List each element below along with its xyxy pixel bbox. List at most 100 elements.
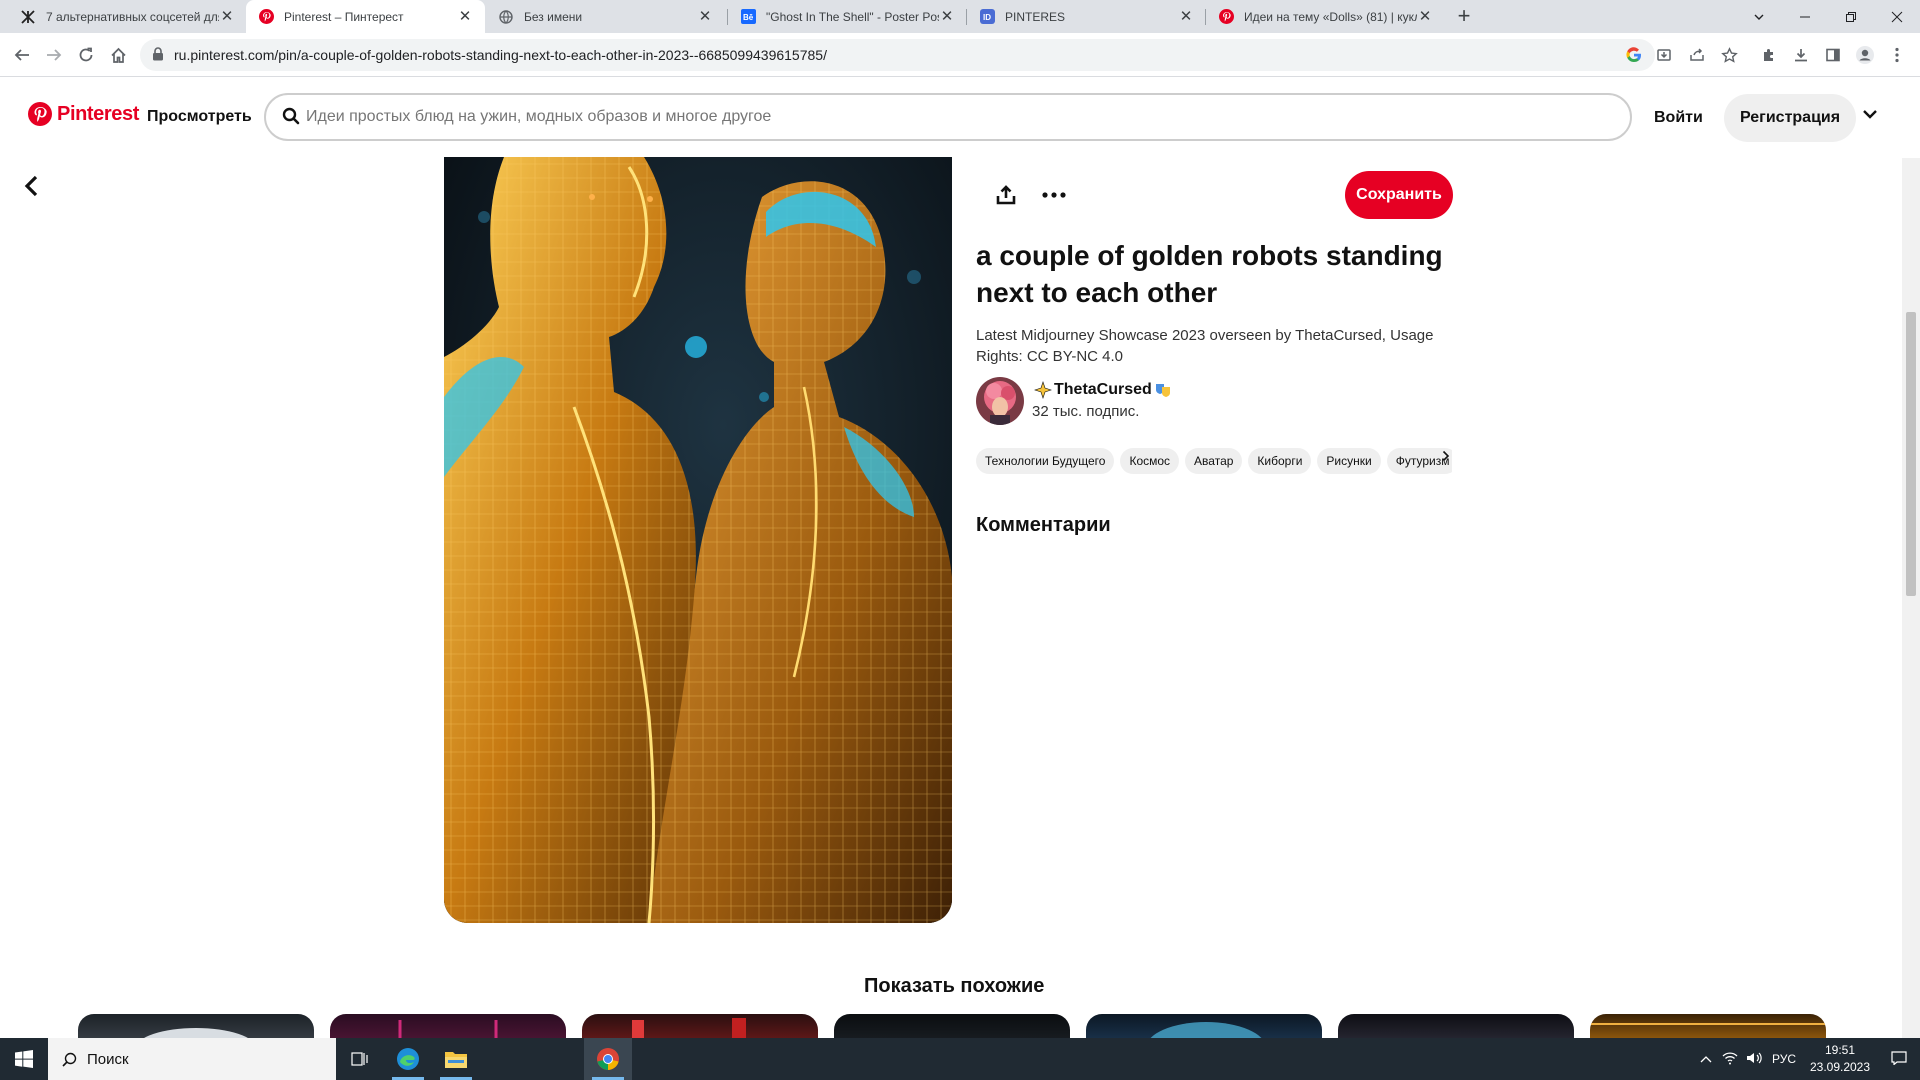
share-button[interactable]: [990, 179, 1022, 211]
login-button[interactable]: Войти: [1640, 100, 1717, 136]
tab-search-chevron-icon[interactable]: [1736, 0, 1782, 33]
sparkle-emoji-icon: [1034, 381, 1052, 399]
author-name[interactable]: ThetaCursed: [1054, 381, 1152, 399]
tab-title: Pinterest – Пинтерест: [284, 9, 404, 24]
system-tray: РУС 19:51 23.09.2023: [1694, 1038, 1920, 1080]
chevron-right-icon[interactable]: [1442, 449, 1450, 465]
logo-text: Pinterest: [57, 102, 139, 125]
clock-time: 19:51: [1824, 1043, 1856, 1057]
close-icon[interactable]: ✕: [697, 8, 713, 25]
search-icon: [282, 107, 300, 130]
system-clock[interactable]: 19:51 23.09.2023: [1802, 1042, 1878, 1076]
volume-icon[interactable]: [1742, 1051, 1766, 1068]
scrollbar-thumb[interactable]: [1906, 312, 1916, 596]
more-options-button[interactable]: [1038, 179, 1070, 211]
browser-tab[interactable]: Идеи на тему «Dolls» (81) | кукл ✕: [1206, 0, 1445, 33]
home-icon[interactable]: [104, 41, 132, 69]
tag-list: Технологии Будущего Космос Аватар Киборги Ри…: [976, 448, 1452, 476]
pin-description: Latest Midjourney Showcase 2023 overseen…: [976, 327, 1434, 365]
avatar[interactable]: [976, 377, 1024, 425]
app-favicon-icon: ID: [979, 9, 995, 25]
downloads-icon[interactable]: [1787, 41, 1815, 69]
input-language[interactable]: РУС: [1766, 1052, 1802, 1066]
followers-count: 32 тыс. подпис.: [1032, 403, 1140, 420]
browser-tab-active[interactable]: Pinterest – Пинтерест ✕: [246, 0, 485, 33]
edge-app-icon[interactable]: [384, 1038, 432, 1080]
chevron-down-icon[interactable]: [1862, 106, 1878, 127]
browser-menu-icon[interactable]: [1883, 41, 1911, 69]
tab-title: Без имени: [524, 9, 583, 24]
install-app-icon[interactable]: [1650, 41, 1678, 69]
author-name-row[interactable]: ThetaCursed: [1032, 381, 1174, 399]
profile-avatar-icon[interactable]: [1851, 41, 1879, 69]
tab-title: "Ghost In The Shell" - Poster Pos: [766, 9, 939, 24]
bookmark-star-icon[interactable]: [1715, 41, 1743, 69]
share-page-icon[interactable]: [1683, 41, 1711, 69]
url-text[interactable]: ru.pinterest.com/pin/a-couple-of-golden-…: [174, 47, 827, 63]
pinterest-logo[interactable]: Pinterest: [28, 102, 139, 126]
explore-link[interactable]: Просмотреть: [147, 108, 252, 126]
page-scrollbar[interactable]: [1902, 158, 1920, 1038]
close-icon[interactable]: ✕: [939, 8, 955, 25]
svg-text:ID: ID: [983, 13, 991, 22]
search-box[interactable]: [264, 93, 1632, 141]
taskbar-search-label: Поиск: [87, 1050, 129, 1068]
browser-tab[interactable]: Без имени ✕: [486, 0, 725, 33]
browser-tab[interactable]: 7 альтернативных соцсетей для ✕: [8, 0, 247, 33]
more-dots-icon: [1042, 192, 1066, 198]
pinterest-header: Pinterest Просмотреть Войти Регистрация: [0, 78, 1920, 158]
pinterest-favicon-icon: [258, 9, 274, 25]
windows-taskbar: Поиск РУС 19:51 23.09.2023: [0, 1038, 1920, 1080]
browser-toolbar: ru.pinterest.com/pin/a-couple-of-golden-…: [0, 33, 1920, 77]
forward-arrow-icon[interactable]: [40, 41, 68, 69]
svg-text:Bē: Bē: [743, 13, 754, 22]
minimize-button[interactable]: [1782, 0, 1828, 33]
reload-icon[interactable]: [72, 41, 100, 69]
notifications-icon[interactable]: [1878, 1050, 1920, 1068]
lock-icon[interactable]: [152, 47, 164, 66]
windows-start-icon[interactable]: [0, 1038, 48, 1080]
pin-image[interactable]: [444, 157, 952, 923]
wifi-icon[interactable]: [1718, 1051, 1742, 1068]
close-icon[interactable]: ✕: [1417, 8, 1433, 25]
back-button[interactable]: [18, 172, 46, 200]
tag-chip[interactable]: Киборги: [1248, 448, 1312, 474]
close-icon[interactable]: ✕: [219, 8, 235, 25]
new-tab-button[interactable]: +: [1451, 4, 1477, 30]
task-view-icon[interactable]: [336, 1038, 384, 1080]
extensions-puzzle-icon[interactable]: [1755, 41, 1783, 69]
file-explorer-icon[interactable]: [432, 1038, 480, 1080]
tag-chip[interactable]: Рисунки: [1317, 448, 1381, 474]
theater-masks-emoji-icon: [1154, 381, 1172, 399]
tag-chip[interactable]: Космос: [1120, 448, 1180, 474]
taskbar-search[interactable]: Поиск: [48, 1038, 336, 1080]
author-block[interactable]: ThetaCursed 32 тыс. подпис.: [976, 377, 1452, 427]
signup-button[interactable]: Регистрация: [1724, 94, 1857, 142]
tag-chip[interactable]: Аватар: [1185, 448, 1243, 474]
search-icon: [62, 1052, 77, 1067]
browser-tab-strip: 7 альтернативных соцсетей для ✕ Pinteres…: [0, 0, 1920, 33]
behance-favicon-icon: Bē: [740, 9, 756, 25]
address-bar[interactable]: ru.pinterest.com/pin/a-couple-of-golden-…: [140, 39, 1655, 71]
save-button[interactable]: Сохранить: [1345, 171, 1453, 219]
zhurnal-favicon-icon: [20, 9, 36, 25]
back-arrow-icon[interactable]: [8, 41, 36, 69]
search-input[interactable]: [306, 105, 1606, 129]
browser-tab[interactable]: ID PINTERES ✕: [967, 0, 1206, 33]
close-icon[interactable]: ✕: [1178, 8, 1194, 25]
restore-button[interactable]: [1828, 0, 1874, 33]
globe-favicon-icon: [498, 9, 514, 25]
chrome-app-icon[interactable]: [584, 1038, 632, 1080]
tab-title: Идеи на тему «Dolls» (81) | кукл: [1244, 9, 1417, 24]
chevron-left-icon: [24, 175, 38, 197]
chevron-up-icon[interactable]: [1694, 1052, 1718, 1066]
tab-title: 7 альтернативных соцсетей для: [46, 9, 219, 24]
google-icon[interactable]: [1620, 41, 1648, 69]
close-window-button[interactable]: [1874, 0, 1920, 33]
side-panel-icon[interactable]: [1819, 41, 1847, 69]
pinterest-favicon-icon: [1218, 9, 1234, 25]
tag-chip[interactable]: Технологии Будущего: [976, 448, 1115, 474]
browser-tab[interactable]: Bē "Ghost In The Shell" - Poster Pos ✕: [728, 0, 967, 33]
close-icon[interactable]: ✕: [457, 8, 473, 25]
share-icon: [996, 185, 1016, 205]
